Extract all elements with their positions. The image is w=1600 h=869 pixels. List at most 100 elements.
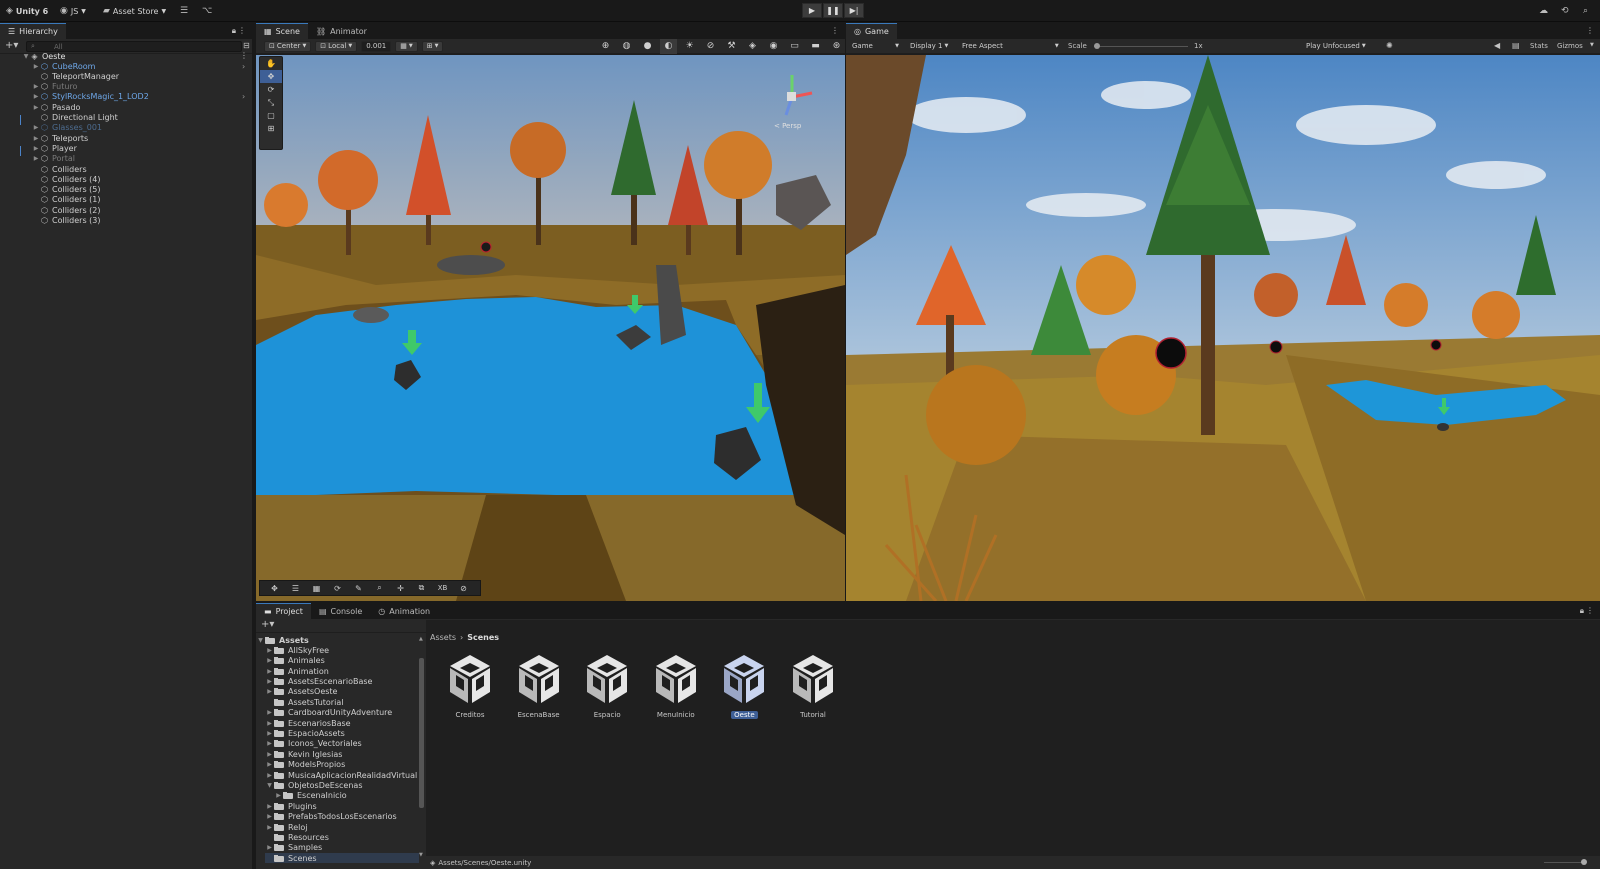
tab-scene[interactable]: ▦ Scene (256, 23, 308, 39)
expand-arrow-icon[interactable]: ▶ (265, 803, 274, 810)
scale-tool[interactable]: ⤡ (260, 96, 282, 109)
scroll-down-icon[interactable]: ▼ (419, 852, 423, 858)
transform-tool[interactable]: ⊞ (260, 122, 282, 135)
expand-arrow-icon[interactable]: ▶ (32, 104, 40, 111)
expand-arrow-icon[interactable]: ▶ (265, 740, 274, 747)
scroll-up-icon[interactable]: ▲ (419, 636, 423, 642)
unity-menu[interactable]: ◈ Unity 6 (6, 4, 48, 18)
render-dropdown[interactable]: ▬ (807, 39, 824, 54)
expand-arrow-icon[interactable]: ▶ (265, 688, 274, 695)
lock-icon[interactable]: 🔒︎ (1580, 606, 1584, 616)
effects-dropdown[interactable]: ☀ (681, 39, 698, 54)
scene-asset-item[interactable]: MenuInicio (648, 653, 704, 719)
breadcrumb-assets[interactable]: Assets (430, 633, 456, 644)
game-mode-dropdown[interactable]: Game ▼ (848, 40, 903, 51)
expand-arrow-icon[interactable]: ▼ (22, 53, 30, 60)
hierarchy-item[interactable]: ⬡ Colliders (5) (32, 185, 284, 195)
expand-arrow-icon[interactable]: ▶ (265, 824, 274, 831)
hierarchy-item[interactable]: ⬡ Colliders (1) (32, 195, 284, 205)
rotate-tool[interactable]: ⟳ (260, 83, 282, 96)
account-dropdown[interactable]: ◉ JS ▼ (60, 4, 86, 18)
play-focus-dropdown[interactable]: Play Unfocused ▼ (1302, 40, 1370, 51)
hierarchy-item[interactable]: ⬡ Colliders (4) (32, 174, 284, 184)
expand-arrow-icon[interactable]: ▶ (32, 135, 40, 142)
filter-icon[interactable]: ⊟ (243, 41, 250, 50)
icon-size-handle[interactable] (1581, 859, 1587, 865)
scene-asset-item[interactable]: Tutorial (785, 653, 841, 719)
hierarchy-item[interactable]: ▶ ⬡ CubeRoom › (32, 61, 284, 71)
chevron-down-icon[interactable]: ▼ (1590, 42, 1594, 48)
hierarchy-item[interactable]: ▶ ⬡ Glasses_001 (32, 123, 284, 133)
debug-bug-icon[interactable]: ✺ (1386, 41, 1393, 50)
hierarchy-item[interactable]: ⬡ Colliders (32, 164, 284, 174)
expand-arrow-icon[interactable]: ▶ (32, 93, 40, 100)
persp-label[interactable]: < Persp (774, 122, 802, 130)
hierarchy-item[interactable]: ▶ ⬡ Player (32, 143, 284, 153)
rect-tool[interactable]: ▢ (260, 109, 282, 122)
grid-snap-dropdown[interactable]: ▦ ▼ (395, 40, 418, 52)
expand-arrow-icon[interactable]: ▶ (265, 772, 274, 779)
aspect-dropdown[interactable]: Free Aspect ▼ (958, 40, 1059, 51)
breadcrumb-scenes[interactable]: Scenes (467, 633, 499, 644)
open-prefab-icon[interactable]: › (242, 62, 245, 71)
tree-folder-item[interactable]: ▶ Iconos_Vectoriales (265, 739, 419, 749)
expand-arrow-icon[interactable]: ▼ (256, 637, 265, 644)
space-dropdown[interactable]: ⊡ Local ▼ (315, 40, 358, 52)
draw-mode-button[interactable]: ◍ (618, 39, 635, 54)
scene-asset-item[interactable]: EscenaBase (511, 653, 567, 719)
hierarchy-item[interactable]: ▶ ⬡ Portal (32, 154, 284, 164)
tab-project[interactable]: ▬ Project (256, 603, 311, 619)
overlay-center-button[interactable]: ✛ (392, 582, 409, 595)
expand-arrow-icon[interactable]: ▶ (274, 792, 283, 799)
tree-folder-item[interactable]: Scenes (265, 853, 419, 864)
tab-console[interactable]: ▤ Console (311, 603, 370, 619)
expand-arrow-icon[interactable]: ▶ (32, 63, 40, 70)
pause-button[interactable]: ❚❚ (823, 3, 843, 18)
hierarchy-item[interactable]: ⬡ TeleportManager (32, 71, 284, 81)
hierarchy-item[interactable]: ▶ ⬡ Pasado (32, 102, 284, 112)
tree-folder-item[interactable]: ▶ Reloj (265, 822, 419, 832)
tree-folder-item[interactable]: ▶ Samples (265, 843, 419, 853)
more-options-icon[interactable]: ⋮ (238, 26, 246, 35)
expand-arrow-icon[interactable]: ▶ (265, 844, 274, 851)
scale-slider[interactable] (1094, 46, 1188, 47)
stats-button[interactable]: Stats (1530, 42, 1548, 50)
tree-folder-item[interactable]: ▶ Kevin Iglesias (265, 749, 419, 759)
2d-toggle[interactable]: ● (639, 39, 656, 54)
scene-viewport[interactable]: < Persp (256, 55, 845, 601)
tree-folder-item[interactable]: ▶ EscenaInicio (274, 791, 419, 801)
open-prefab-icon[interactable]: › (242, 92, 245, 101)
play-button[interactable]: ▶ (802, 3, 822, 18)
asset-store-dropdown[interactable]: ▰ Asset Store ▼ (103, 4, 166, 18)
camera-dropdown[interactable]: ▭ (786, 39, 803, 54)
move-tool[interactable]: ✥ (260, 70, 282, 83)
tree-folder-item[interactable]: ▶ AllSkyFree (265, 645, 419, 655)
expand-arrow-icon[interactable]: ▶ (265, 668, 274, 675)
tab-animator[interactable]: ⛓ Animator (308, 23, 375, 39)
frame-debugger-icon[interactable]: ▤ (1512, 41, 1520, 50)
scale-slider-handle[interactable] (1094, 43, 1100, 49)
tree-folder-item[interactable]: ▶ CardboardUnityAdventure (265, 708, 419, 718)
scene-more-icon[interactable]: ⋮ (240, 51, 248, 60)
expand-arrow-icon[interactable]: ▶ (265, 813, 274, 820)
tab-animation[interactable]: ◷ Animation (370, 603, 438, 619)
more-options-icon[interactable]: ⋮ (1586, 26, 1594, 35)
display-dropdown[interactable]: Display 1 ▼ (906, 40, 961, 51)
tree-folder-item[interactable]: Resources (265, 832, 419, 842)
expand-arrow-icon[interactable]: ▶ (32, 145, 40, 152)
tree-folder-item[interactable]: ▶ PrefabsTodosLosEscenarios (265, 812, 419, 822)
tree-folder-item[interactable]: ▶ Plugins (265, 801, 419, 811)
scene-root-row[interactable]: ▼ ◈ Oeste (22, 51, 274, 61)
overlay-settings-button[interactable]: ⊘ (455, 582, 472, 595)
lighting-toggle[interactable]: ◐ (660, 38, 677, 54)
expand-arrow-icon[interactable]: ▶ (265, 709, 274, 716)
expand-arrow-icon[interactable]: ▶ (265, 647, 274, 654)
tab-hierarchy[interactable]: ☰ Hierarchy (0, 23, 66, 39)
tree-folder-item[interactable]: ▼ ObjetosDeEscenas (265, 780, 419, 790)
version-control-button[interactable]: ☰ (180, 4, 188, 18)
expand-arrow-icon[interactable]: ▶ (265, 751, 274, 758)
hidden-objects-toggle[interactable]: ⊘ (702, 39, 719, 54)
overlay-align-button[interactable]: ☰ (287, 582, 304, 595)
expand-arrow-icon[interactable]: ▶ (265, 720, 274, 727)
overlay-grid-button[interactable]: ▦ (308, 582, 325, 595)
